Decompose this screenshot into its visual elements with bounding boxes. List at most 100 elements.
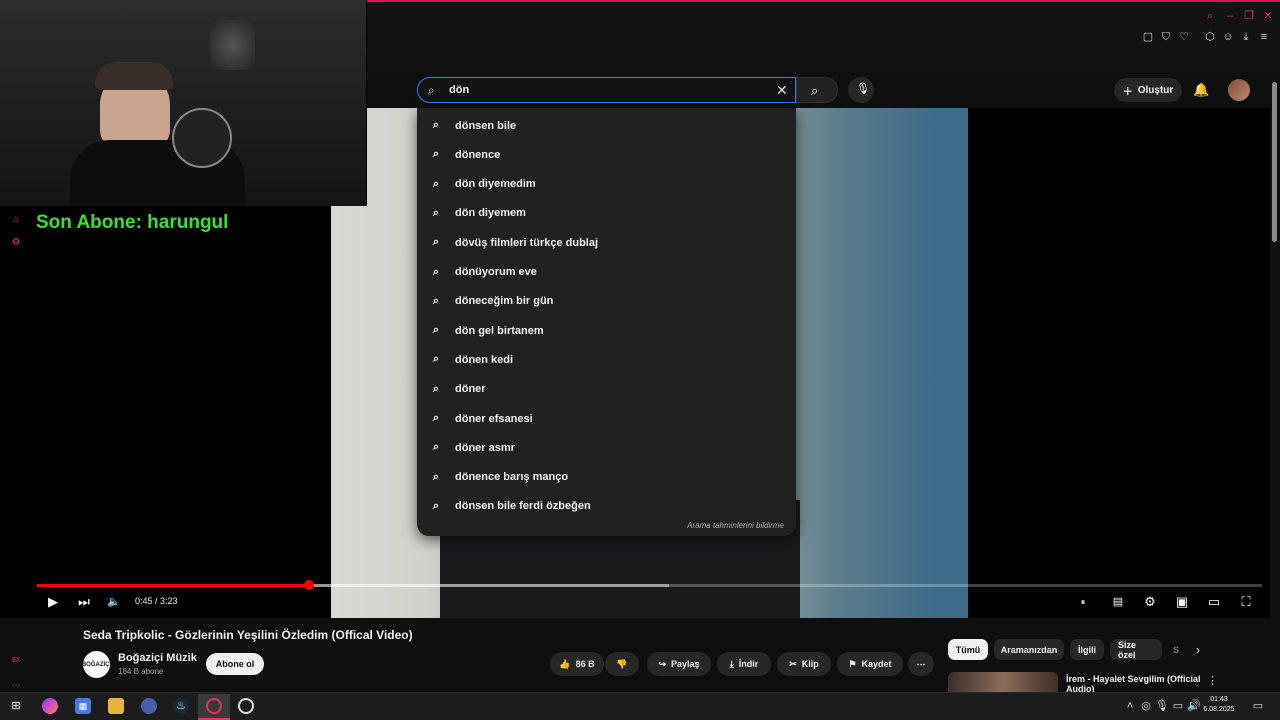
tray-mic-icon[interactable]: 🎙 xyxy=(1154,698,1170,714)
heart-icon[interactable]: ♡ xyxy=(1178,31,1190,43)
search-suggestion[interactable]: ⌕ dön diyemedim xyxy=(417,170,796,199)
copilot-icon[interactable] xyxy=(42,698,58,714)
save-button[interactable]: ⚑ Kaydet xyxy=(837,652,903,676)
chandelier xyxy=(210,20,255,70)
search-suggestion[interactable]: ⌕ dönence barış manço xyxy=(417,463,796,492)
save-label: Kaydet xyxy=(861,659,892,669)
suggestion-text: dön gel birtanem xyxy=(455,324,544,337)
discord-icon[interactable] xyxy=(141,698,157,714)
download-icon[interactable]: ⤓ xyxy=(1240,31,1252,43)
voice-search-button[interactable]: 🎙 xyxy=(848,77,874,103)
search-suggestion[interactable]: ⌕ dönen kedi xyxy=(417,345,796,374)
webcam-overlay xyxy=(0,0,367,206)
suggestion-text: dövüş filmleri türkçe dublaj xyxy=(455,236,599,249)
like-button[interactable]: 👍 86 B xyxy=(550,652,604,676)
next-icon[interactable]: ⏭ xyxy=(76,594,92,610)
avatar[interactable] xyxy=(1228,79,1250,101)
subtitles-icon[interactable]: ▤ xyxy=(1110,594,1126,610)
file-explorer-icon[interactable] xyxy=(108,698,124,714)
settings-icon[interactable]: ⚙ xyxy=(10,237,22,249)
channel-avatar[interactable]: BOĞAZİÇİ xyxy=(82,651,111,678)
suggestion-text: döner efsanesi xyxy=(455,412,533,425)
tray-app-icon[interactable]: ◎ xyxy=(1138,698,1154,714)
progress-scrubber[interactable] xyxy=(303,580,314,590)
profile-icon[interactable]: ☺ xyxy=(1222,31,1234,43)
side-label-icon: 8X xyxy=(11,657,21,664)
windows-start-icon[interactable]: ⊞ xyxy=(8,698,24,714)
search-icon: ⌕ xyxy=(432,294,440,307)
tray-chevron-icon[interactable]: ˄ xyxy=(1122,698,1138,714)
menu-icon[interactable]: ≡ xyxy=(1258,31,1270,43)
search-icon: ⌕ xyxy=(432,470,440,483)
clear-search-icon[interactable]: ✕ xyxy=(776,82,788,99)
download-button[interactable]: ⤓ İndir xyxy=(717,652,771,676)
minimize-icon[interactable]: – xyxy=(1224,10,1236,22)
search-suggestion[interactable]: ⌕ dönence xyxy=(417,140,796,169)
subscribe-button[interactable]: Abone ol xyxy=(206,653,264,675)
more-icon[interactable]: … xyxy=(10,678,22,690)
channel-name[interactable]: Boğaziçi Müzik xyxy=(118,652,197,664)
search-icon: ⌕ xyxy=(432,177,440,190)
more-actions-button[interactable]: ⋯ xyxy=(908,652,934,676)
fullscreen-icon[interactable]: ⛶ xyxy=(1238,594,1254,610)
recommendation-title[interactable]: İrem - Hayalet Sevgilim (Official Audio) xyxy=(1066,674,1206,692)
settings-icon[interactable]: ⚙ xyxy=(1142,594,1158,610)
chip-more[interactable]: S xyxy=(1168,639,1184,660)
autoplay-toggle-icon[interactable]: ⏸ xyxy=(1072,594,1094,610)
clip-button[interactable]: ✂ Klip xyxy=(777,652,831,676)
share-icon: ↪ xyxy=(658,658,666,669)
play-icon[interactable]: ▶ xyxy=(45,594,61,610)
miniplayer-icon[interactable]: ▣ xyxy=(1174,594,1190,610)
home-icon[interactable]: ⌂ xyxy=(10,214,22,226)
search-suggestion[interactable]: ⌕ döner asmr xyxy=(417,433,796,462)
search-suggestion[interactable]: ⌕ dönsen bile xyxy=(417,111,796,140)
opera-gx-icon[interactable] xyxy=(206,698,222,714)
search-button[interactable]: ⌕ xyxy=(796,77,838,103)
scrollbar-thumb[interactable] xyxy=(1272,82,1277,242)
restore-icon[interactable]: ❐ xyxy=(1243,10,1255,22)
create-button[interactable]: ＋ Oluştur xyxy=(1114,78,1182,102)
report-predictions-link[interactable]: Arama tahminlerini bildirme xyxy=(687,521,784,530)
suggestion-text: dönüyorum eve xyxy=(455,266,537,278)
suggestion-text: dönence barış manço xyxy=(455,471,569,484)
chip-all[interactable]: Tümü xyxy=(948,639,988,660)
obs-icon[interactable] xyxy=(238,698,254,714)
recommendation-thumbnail[interactable] xyxy=(948,672,1058,692)
thumbs-up-icon: 👍 xyxy=(559,658,571,669)
calculator-icon[interactable]: ▦ xyxy=(75,698,91,714)
dislike-button[interactable]: 👎 xyxy=(605,652,639,676)
search-suggestion[interactable]: ⌕ döner xyxy=(417,375,796,404)
bookmark-icon[interactable]: ▢ xyxy=(1142,31,1154,43)
search-input[interactable]: ⌕ dön ✕ xyxy=(417,77,796,103)
thumbs-down-icon: 👎 xyxy=(616,658,628,669)
search-suggestion[interactable]: ⌕ dövüş filmleri türkçe dublaj xyxy=(417,228,796,257)
shield-icon[interactable]: ⛉ xyxy=(1160,31,1172,43)
notification-center-icon[interactable]: ▭ xyxy=(1250,698,1266,714)
chip-related[interactable]: İlgili xyxy=(1070,639,1104,660)
search-query: dön xyxy=(449,84,470,96)
search-icon[interactable]: ⌕ xyxy=(1204,10,1216,22)
chip-for-you[interactable]: Size özel xyxy=(1110,639,1162,660)
search-suggestion[interactable]: ⌕ döneceğim bir gün xyxy=(417,287,796,316)
search-suggestion[interactable]: ⌕ dönsen bile ferdi özbeğen xyxy=(417,492,796,521)
search-suggestion[interactable]: ⌕ dönüyorum eve xyxy=(417,258,796,287)
search-icon: ⌕ xyxy=(432,353,440,366)
chip-from-search[interactable]: Aramanızdan xyxy=(994,639,1064,660)
search-suggestion[interactable]: ⌕ dön diyemem xyxy=(417,199,796,228)
taskbar-clock[interactable]: 01:43 6.08.2025 xyxy=(1200,695,1238,715)
tray-network-icon[interactable]: ▭ xyxy=(1170,698,1186,714)
volume-icon[interactable]: 🔈 xyxy=(106,594,122,610)
more-vert-icon[interactable]: ⋮ xyxy=(1207,674,1218,687)
search-icon: ⌕ xyxy=(432,265,440,278)
search-suggestion[interactable]: ⌕ dön gel birtanem xyxy=(417,316,796,345)
search-icon: ⌕ xyxy=(428,83,435,97)
search-icon: ⌕ xyxy=(811,83,819,98)
share-button[interactable]: ↪ Paylaş xyxy=(647,652,711,676)
steam-icon[interactable]: ♨ xyxy=(173,698,189,714)
notifications-bell-icon[interactable]: 🔔 xyxy=(1193,82,1209,98)
close-icon[interactable]: ✕ xyxy=(1262,10,1274,22)
theater-mode-icon[interactable]: ▭ xyxy=(1206,594,1222,610)
search-suggestion[interactable]: ⌕ döner efsanesi xyxy=(417,404,796,433)
extensions-icon[interactable]: ⬡ xyxy=(1204,31,1216,43)
chevron-right-icon[interactable]: › xyxy=(1196,643,1200,657)
